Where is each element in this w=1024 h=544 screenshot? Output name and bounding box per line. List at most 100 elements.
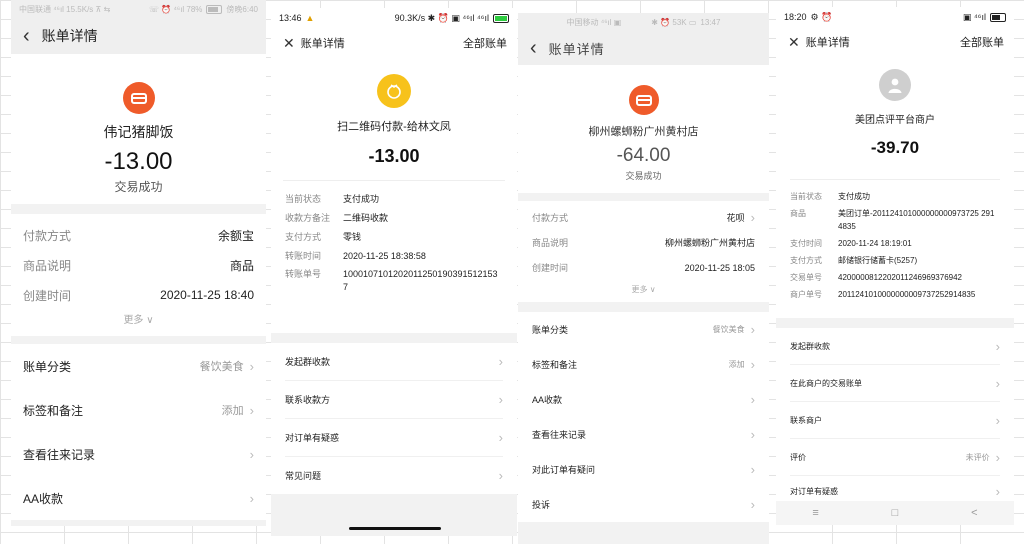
detail-card: 当前状态 支付成功 收款方备注 二维码收款 支付方式 零钱 转账时间 2020-11-2…	[271, 181, 517, 333]
detail-value: 1000107101202011250190391512153 7	[343, 269, 498, 292]
bill-amount: -13.00	[368, 146, 420, 166]
status-time: 13:47	[700, 17, 721, 27]
status-left: 中国移动 ⁴⁶ıl ▣	[566, 17, 622, 27]
detail-label: 付款方式	[23, 228, 72, 243]
action-row-category[interactable]: 账单分类 餐饮美食 ›	[23, 344, 254, 388]
merchant-name: 扫二维码付款-给林文凤	[337, 121, 451, 133]
detail-value: 邮储银行储蓄卡(5257)	[838, 256, 918, 265]
status-left: 中国联通 ⁴⁶ıl 15.5K/s ⊼ ⇆	[19, 4, 111, 14]
detail-label: 支付时间	[790, 239, 822, 248]
back-icon[interactable]: <	[971, 507, 977, 519]
action-row-aa[interactable]: AA收款 ›	[23, 476, 254, 520]
bill-summary: 美团点评平台商户 -39.70	[776, 57, 1014, 179]
status-bar: 中国移动 ⁴⁶ıl ▣ ✱ ⏰ 53K ▭ 13:47	[518, 13, 769, 31]
detail-row: 创建时间 2020-11-25 18:05	[532, 255, 755, 280]
chevron-right-icon: ›	[750, 392, 755, 407]
all-bills-link[interactable]: 全部账单	[463, 35, 507, 51]
action-value: 餐饮美食	[712, 325, 745, 334]
chevron-right-icon: ›	[498, 392, 503, 407]
back-arrow-icon[interactable]: ‹	[530, 38, 537, 58]
action-label: 评价	[790, 452, 806, 462]
detail-value: 花呗	[726, 213, 745, 223]
action-label: 联系商户	[790, 415, 822, 425]
detail-row: 付款方式 花呗 ›	[532, 205, 755, 230]
action-row-order-question[interactable]: 对订单有疑惑 ›	[285, 419, 503, 457]
detail-row: 当前状态 支付成功	[285, 189, 503, 208]
action-row-category[interactable]: 账单分类 餐饮美食 ›	[532, 312, 755, 347]
detail-value: 余额宝	[217, 228, 254, 243]
action-label: 发起群收款	[285, 357, 331, 367]
avatar-icon	[879, 69, 911, 101]
action-label: 账单分类	[532, 325, 569, 335]
action-row-contact-merchant[interactable]: 联系商户 ›	[790, 402, 1000, 439]
chevron-right-icon: ›	[995, 449, 1000, 465]
action-row-group-collect[interactable]: 发起群收款 ›	[285, 343, 503, 381]
detail-row: 支付方式 邮储银行储蓄卡(5257)	[790, 252, 1000, 269]
detail-label: 创建时间	[532, 263, 569, 273]
status-right: 90.3K/s ✱ ⏰ ▣ ⁴⁶ıl ⁴⁶ıl	[394, 12, 489, 23]
action-row-faq[interactable]: 常见问题 ›	[285, 457, 503, 494]
menu-icon[interactable]: ≡	[812, 507, 818, 519]
more-toggle[interactable]: 更多 ∨	[532, 280, 755, 300]
page-title: 账单详情	[805, 37, 850, 49]
detail-row: 转账时间 2020-11-25 18:38:58	[285, 246, 503, 265]
status-time: 傍晚6:40	[226, 4, 258, 14]
chevron-right-icon: ›	[750, 357, 755, 372]
detail-card: 付款方式 余额宝 商品说明 商品 创建时间 2020-11-25 18:40 更…	[11, 214, 266, 336]
detail-label: 商品说明	[23, 258, 72, 273]
detail-label: 支付方式	[790, 256, 822, 265]
detail-value: 商品	[229, 258, 254, 273]
status-time: 18:20	[784, 12, 807, 22]
action-value: 添加	[221, 405, 244, 417]
action-row-history[interactable]: 查看往来记录 ›	[23, 432, 254, 476]
status-left-icons: ⚙ ⏰	[810, 11, 833, 22]
notification-icon: ▲	[305, 13, 315, 23]
chevron-right-icon: ›	[995, 412, 1000, 428]
chevron-right-icon: ›	[995, 338, 1000, 354]
phone-screen-alipay-1: 中国联通 ⁴⁶ıl 15.5K/s ⊼ ⇆ ☏ ⏰ ⁴⁶ıl 78% 傍晚6:4…	[11, 0, 266, 526]
action-list: 发起群收款 › 联系收款方 › 对订单有疑惑 › 常见问题 ›	[271, 343, 517, 494]
status-right: ▣ ⁴⁶ıl	[962, 11, 986, 22]
action-label: 标签和备注	[23, 403, 84, 418]
chevron-right-icon[interactable]: ›	[751, 210, 755, 225]
chevron-right-icon: ›	[750, 497, 755, 512]
close-icon[interactable]: ✕	[283, 36, 295, 50]
detail-value: 2020-11-25 18:38:58	[343, 250, 426, 261]
page-title: 账单详情	[41, 28, 98, 44]
detail-label: 商户单号	[790, 290, 822, 299]
detail-value: 2020-11-25 18:05	[684, 262, 755, 273]
action-row-tags[interactable]: 标签和备注 添加 ›	[532, 347, 755, 382]
all-bills-link[interactable]: 全部账单	[960, 34, 1004, 50]
bill-amount: -13.00	[104, 148, 173, 175]
action-row-complaint[interactable]: 投诉 ›	[532, 487, 755, 522]
home-icon[interactable]: □	[892, 507, 899, 519]
action-row-history[interactable]: 查看往来记录 ›	[532, 417, 755, 452]
close-icon[interactable]: ✕	[788, 35, 800, 49]
action-row-contact-payee[interactable]: 联系收款方 ›	[285, 381, 503, 419]
detail-row: 转账单号 1000107101202011250190391512153 7	[285, 268, 503, 294]
action-row-aa[interactable]: AA收款 ›	[532, 382, 755, 417]
home-indicator[interactable]	[349, 527, 441, 530]
detail-value: 2020-11-24 18:19:01	[838, 239, 912, 248]
action-list: 账单分类 餐饮美食 › 标签和备注 添加 › 查看往来记录 › AA收款 ›	[11, 344, 266, 520]
action-row-order-question[interactable]: 对此订单有疑问 ›	[532, 452, 755, 487]
action-row-tags[interactable]: 标签和备注 添加 ›	[23, 388, 254, 432]
chevron-right-icon: ›	[498, 430, 503, 445]
detail-value: 柳州螺蛳粉广州黄村店	[664, 238, 755, 248]
chevron-right-icon: ›	[249, 358, 254, 374]
chevron-down-icon: ∨	[649, 285, 656, 294]
more-label: 更多	[123, 315, 144, 326]
action-row-rating[interactable]: 评价 未评价 ›	[790, 439, 1000, 476]
android-nav-bar: ≡ □ <	[776, 501, 1014, 525]
action-label: 在此商户的交易账单	[790, 378, 862, 388]
action-label: 查看往来记录	[532, 430, 587, 440]
back-arrow-icon[interactable]: ‹	[23, 26, 30, 46]
money-bag-icon	[377, 74, 411, 108]
more-toggle[interactable]: 更多 ∨	[23, 310, 254, 332]
detail-row: 商品说明 商品	[23, 250, 254, 280]
page-header: ✕ 账单详情 全部账单	[271, 28, 517, 58]
bill-summary: 柳州螺蛳粉广州黄村店 -64.00 交易成功	[518, 65, 769, 193]
status-bar: 中国联通 ⁴⁶ıl 15.5K/s ⊼ ⇆ ☏ ⏰ ⁴⁶ıl 78% 傍晚6:4…	[11, 0, 266, 18]
action-row-merchant-bills[interactable]: 在此商户的交易账单 ›	[790, 365, 1000, 402]
action-row-group-collect[interactable]: 发起群收款 ›	[790, 328, 1000, 365]
